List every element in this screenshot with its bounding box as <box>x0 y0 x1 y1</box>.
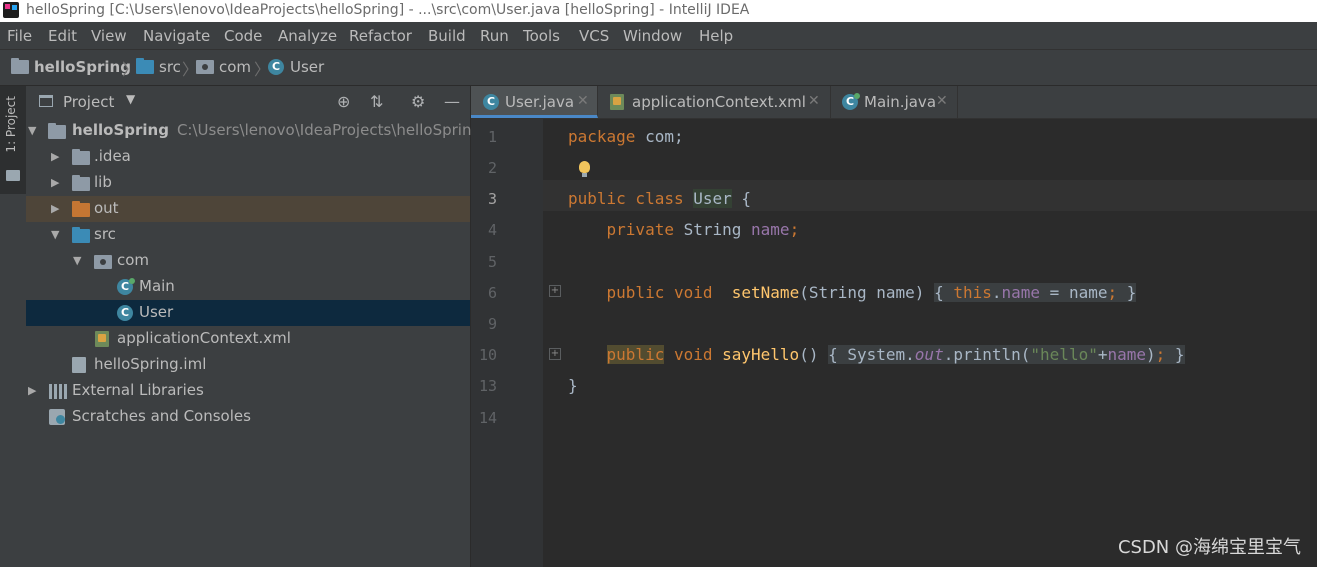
hide-panel-icon[interactable]: — <box>444 92 460 111</box>
code-line-4: private String name; <box>606 220 800 239</box>
tree-node-main[interactable]: C Main <box>26 274 470 300</box>
menu-navigate[interactable]: Navigate <box>143 27 210 45</box>
class-icon: C <box>268 59 284 75</box>
class-icon: C <box>483 94 499 110</box>
line-number: 14 <box>478 409 497 427</box>
locate-target-icon[interactable]: ⊕ <box>337 92 350 111</box>
line-number: 4 <box>487 221 497 239</box>
project-panel: Project ▼ ⊕ ⇅ ⚙ — ▼ helloSpring C:\Users\… <box>26 86 481 567</box>
tree-node-scratches[interactable]: Scratches and Consoles <box>26 404 470 430</box>
menu-analyze[interactable]: Analyze <box>278 27 337 45</box>
breadcrumb-src[interactable]: src <box>136 58 181 76</box>
tree-node-iml[interactable]: helloSpring.iml <box>26 352 470 378</box>
tree-node-com[interactable]: ▼ com <box>26 248 470 274</box>
expanded-arrow-icon[interactable]: ▼ <box>73 254 81 267</box>
watermark: CSDN @海绵宝里宝气 <box>1117 537 1301 558</box>
collapsed-arrow-icon[interactable]: ▶ <box>51 176 59 189</box>
menu-help[interactable]: Help <box>699 27 733 45</box>
line-number: 10 <box>478 346 497 364</box>
project-view-icon <box>39 95 53 107</box>
menu-tools[interactable]: Tools <box>523 27 560 45</box>
code-line-10: public void sayHello() { System.out.prin… <box>606 345 1185 364</box>
menu-file[interactable]: File <box>7 27 32 45</box>
tree-node-external-libraries[interactable]: ▶ External Libraries <box>26 378 470 404</box>
close-icon[interactable]: ✕ <box>577 93 589 109</box>
line-number: 1 <box>487 128 497 146</box>
code-editor[interactable]: 1 2 3 4 5 6 9 10 13 14 + + package com; … <box>471 119 1317 567</box>
tree-node-user[interactable]: C User <box>26 300 470 326</box>
line-number-gutter: 1 2 3 4 5 6 9 10 13 14 <box>471 119 543 567</box>
tree-node-out[interactable]: ▶ out <box>26 196 470 222</box>
line-number: 13 <box>478 377 497 395</box>
code-line-13: } <box>568 376 578 395</box>
intellij-app-icon <box>3 2 19 18</box>
window-title: helloSpring [C:\Users\lenovo\IdeaProject… <box>26 2 750 18</box>
folded-code-block[interactable]: { System.out.println("hello"+name); } <box>828 345 1185 364</box>
tree-node-applicationContext[interactable]: applicationContext.xml <box>26 326 470 352</box>
expanded-arrow-icon[interactable]: ▼ <box>28 124 36 137</box>
lightbulb-icon[interactable] <box>579 161 590 177</box>
collapsed-arrow-icon[interactable]: ▶ <box>51 202 59 215</box>
left-tool-strip: 1: Project <box>0 86 27 567</box>
menu-vcs[interactable]: VCS <box>579 27 609 45</box>
menu-build[interactable]: Build <box>428 27 466 45</box>
tree-node-helloSpring[interactable]: ▼ helloSpring C:\Users\lenovo\IdeaProject… <box>26 118 481 144</box>
menu-run[interactable]: Run <box>480 27 509 45</box>
expanded-arrow-icon[interactable]: ▼ <box>51 228 59 241</box>
breadcrumb-user[interactable]: C User <box>268 58 324 76</box>
fold-expand-icon[interactable]: + <box>549 348 561 360</box>
tab-user-java[interactable]: C User.java ✕ <box>471 86 598 118</box>
project-folder-icon <box>11 58 29 74</box>
runnable-class-icon: C <box>842 93 860 110</box>
close-icon[interactable]: ✕ <box>808 93 820 109</box>
menu-edit[interactable]: Edit <box>48 27 77 45</box>
close-icon[interactable]: ✕ <box>936 93 948 109</box>
tree-node-lib[interactable]: ▶ lib <box>26 170 470 196</box>
code-line-3: public class User { <box>568 189 752 208</box>
gear-icon[interactable]: ⚙ <box>411 92 425 111</box>
xml-file-icon <box>610 94 624 110</box>
tab-main-java[interactable]: C Main.java ✕ <box>830 86 958 118</box>
folded-code-block[interactable]: { this.name = name; } <box>934 283 1137 302</box>
project-panel-header: Project ▼ ⊕ ⇅ ⚙ — <box>26 86 470 118</box>
menu-bar: File Edit View Navigate Code Analyze Ref… <box>0 22 1317 50</box>
chevron-down-icon[interactable]: ▼ <box>126 92 135 106</box>
menu-view[interactable]: View <box>91 27 127 45</box>
project-view-selector[interactable]: Project <box>63 93 114 111</box>
tree-node-src[interactable]: ▼ src <box>26 222 470 248</box>
tab-application-context[interactable]: applicationContext.xml ✕ <box>598 86 831 118</box>
menu-code[interactable]: Code <box>224 27 262 45</box>
line-number: 2 <box>487 159 497 177</box>
code-line-1: package com; <box>568 127 684 146</box>
menu-refactor[interactable]: Refactor <box>349 27 412 45</box>
folder-icon <box>6 170 20 181</box>
title-bar: helloSpring [C:\Users\lenovo\IdeaProject… <box>0 0 1317 22</box>
project-tool-window-tab[interactable]: 1: Project <box>0 86 26 194</box>
fold-expand-icon[interactable]: + <box>549 285 561 297</box>
source-folder-icon <box>136 58 154 74</box>
line-number: 9 <box>487 315 497 333</box>
collapsed-arrow-icon[interactable]: ▶ <box>51 150 59 163</box>
code-line-6: public void setName(String name) { this.… <box>606 283 1137 302</box>
line-number: 3 <box>487 190 497 208</box>
menu-window[interactable]: Window <box>623 27 682 45</box>
editor-tabs: C User.java ✕ applicationContext.xml ✕ C… <box>471 86 1317 119</box>
breadcrumb-project[interactable]: helloSpring <box>11 58 131 76</box>
tree-node-idea[interactable]: ▶ .idea <box>26 144 470 170</box>
breadcrumb: helloSpring 〉 src 〉 com 〉 C User <box>0 50 1317 86</box>
breadcrumb-com[interactable]: com <box>196 58 251 76</box>
collapsed-arrow-icon[interactable]: ▶ <box>28 384 36 397</box>
line-number: 5 <box>487 253 497 271</box>
line-number: 6 <box>487 284 497 302</box>
collapse-all-icon[interactable]: ⇅ <box>370 92 383 111</box>
package-icon <box>196 60 214 74</box>
